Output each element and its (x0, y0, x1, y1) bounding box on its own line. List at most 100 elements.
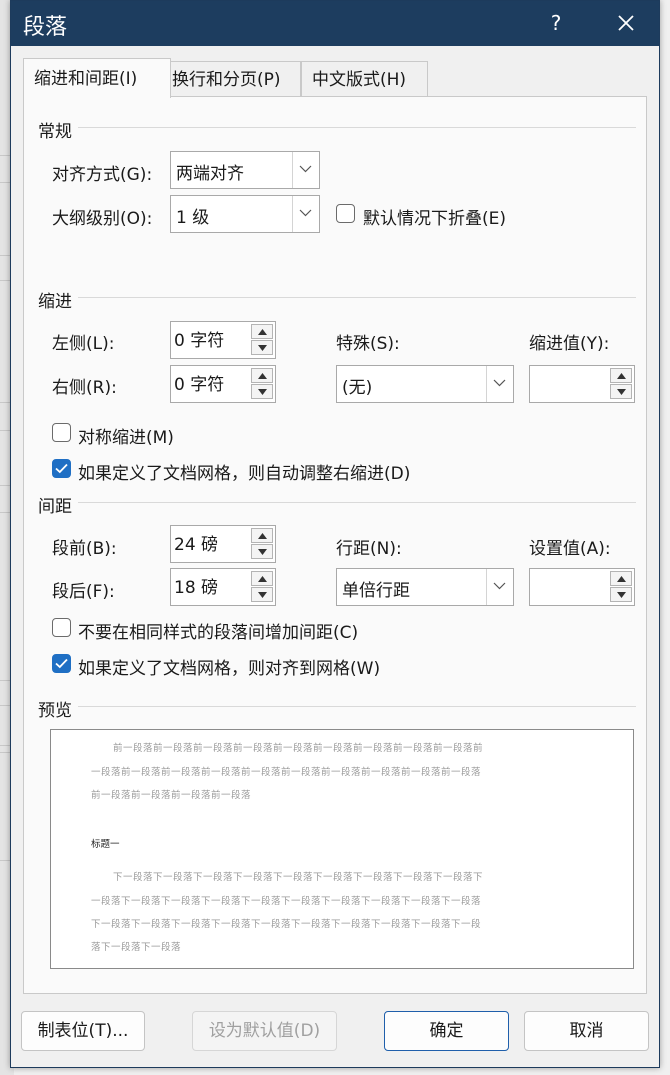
preview-sample-heading: 标题一 (91, 839, 120, 850)
close-icon (618, 15, 634, 31)
indent-left-value: 0 字符 (174, 331, 225, 351)
mirror-indents-checkbox[interactable] (52, 423, 71, 442)
section-divider (78, 127, 636, 128)
alignment-value: 两端对齐 (176, 164, 244, 184)
snap-to-grid-checkbox[interactable] (52, 654, 71, 673)
tab-panel: 常规 对齐方式(G): 两端对齐 大纲级别(O): 1 级 默认情况下折叠(E)… (23, 96, 647, 994)
alignment-select[interactable]: 两端对齐 (170, 151, 320, 189)
preview-previous-paragraph-line: 前一段落前一段落前一段落前一段落前一段落前一段落前一段落前一段落前一段落前 (113, 743, 484, 754)
line-spacing-select[interactable]: 单倍行距 (336, 568, 514, 606)
arrow-down-icon (258, 592, 267, 598)
arrow-up-icon (258, 329, 267, 335)
section-divider (78, 297, 636, 298)
no-space-same-style-checkbox[interactable] (52, 618, 71, 637)
indent-by-label: 缩进值(Y): (529, 334, 610, 354)
tab-indents-spacing[interactable]: 缩进和间距(I) (23, 58, 171, 98)
indent-left-spinner[interactable]: 0 字符 (170, 321, 276, 359)
dialog-title: 段落 (23, 15, 68, 40)
spacing-before-label: 段前(B): (52, 539, 117, 559)
paragraph-preview: 前一段落前一段落前一段落前一段落前一段落前一段落前一段落前一段落前一段落前 一段… (50, 729, 634, 969)
indent-left-label: 左侧(L): (52, 334, 115, 354)
preview-next-paragraph-line: 落下一段落下一段落 (91, 942, 182, 953)
preview-next-paragraph-line: 下一段落下一段落下一段落下一段落下一段落下一段落下一段落下一段落下一段落下 (113, 872, 484, 883)
section-preview-heading: 预览 (38, 701, 72, 721)
outline-level-select[interactable]: 1 级 (170, 195, 320, 233)
spacing-before-spinner[interactable]: 24 磅 (170, 525, 276, 563)
arrow-down-icon (617, 592, 626, 598)
indent-right-increment-button[interactable] (251, 368, 273, 383)
collapsed-by-default-label: 默认情况下折叠(E) (363, 209, 507, 229)
spacing-at-label: 设置值(A): (529, 539, 611, 559)
indent-left-increment-button[interactable] (251, 324, 273, 339)
help-button[interactable]: ? (541, 7, 571, 39)
tabs-button[interactable]: 制表位(T)... (21, 1011, 145, 1051)
spacing-after-label: 段后(F): (52, 582, 115, 602)
arrow-up-icon (258, 373, 267, 379)
auto-adjust-right-indent-label: 如果定义了文档网格，则自动调整右缩进(D) (78, 464, 411, 484)
preview-next-paragraph-line: 下一段落下一段落下一段落下一段落下一段落下一段落下一段落下一段落下一段落下一段 (91, 919, 482, 930)
chevron-down-icon (493, 582, 506, 590)
special-indent-label: 特殊(S): (336, 334, 400, 354)
indent-by-decrement-button[interactable] (610, 384, 632, 399)
special-indent-value: (无) (342, 378, 373, 398)
no-space-same-style-label: 不要在相同样式的段落间增加间距(C) (78, 623, 359, 643)
snap-to-grid-label: 如果定义了文档网格，则对齐到网格(W) (78, 659, 381, 679)
indent-by-increment-button[interactable] (610, 368, 632, 383)
chevron-down-icon (299, 165, 312, 173)
auto-adjust-right-indent-checkbox[interactable] (52, 459, 71, 478)
spacing-after-increment-button[interactable] (251, 571, 273, 586)
line-spacing-label: 行距(N): (336, 539, 402, 559)
tab-asian-typography[interactable]: 中文版式(H) (301, 61, 428, 97)
section-indent-heading: 缩进 (38, 292, 72, 312)
indent-by-spinner[interactable] (529, 365, 635, 403)
spacing-at-increment-button[interactable] (610, 571, 632, 586)
paragraph-dialog: 段落 ? 缩进和间距(I) 换行和分页(P) 中文版式(H) 常规 对齐方式(G… (10, 0, 660, 1068)
spacing-after-decrement-button[interactable] (251, 587, 273, 602)
outline-level-label: 大纲级别(O): (52, 209, 153, 229)
close-button[interactable] (609, 7, 643, 39)
special-indent-select[interactable]: (无) (336, 365, 514, 403)
preview-next-paragraph-line: 一段落下一段落下一段落下一段落下一段落下一段落下一段落下一段落下一段落下一段落 (91, 896, 482, 907)
title-bar: 段落 ? (11, 1, 659, 46)
line-spacing-dropdown-button[interactable] (486, 569, 513, 605)
mirror-indents-label: 对称缩进(M) (78, 428, 174, 448)
spacing-at-decrement-button[interactable] (610, 587, 632, 602)
indent-right-spinner[interactable]: 0 字符 (170, 365, 276, 403)
ok-button[interactable]: 确定 (384, 1011, 509, 1051)
arrow-up-icon (258, 576, 267, 582)
alignment-dropdown-button[interactable] (292, 152, 319, 188)
spacing-after-value: 18 磅 (174, 578, 219, 598)
arrow-down-icon (258, 549, 267, 555)
outline-level-dropdown-button[interactable] (292, 196, 319, 232)
spacing-before-increment-button[interactable] (251, 528, 273, 543)
collapsed-by-default-checkbox[interactable] (336, 204, 355, 223)
preview-previous-paragraph-line: 前一段落前一段落前一段落前一段落 (91, 790, 252, 801)
chevron-down-icon (493, 379, 506, 387)
section-divider (78, 706, 636, 707)
line-spacing-value: 单倍行距 (342, 581, 410, 601)
arrow-down-icon (258, 389, 267, 395)
arrow-up-icon (617, 373, 626, 379)
arrow-up-icon (617, 576, 626, 582)
indent-right-label: 右侧(R): (52, 378, 117, 398)
spacing-at-spinner[interactable] (529, 568, 635, 606)
arrow-down-icon (617, 389, 626, 395)
spacing-after-spinner[interactable]: 18 磅 (170, 568, 276, 606)
section-general-heading: 常规 (38, 122, 72, 142)
checkmark-icon (55, 658, 68, 669)
arrow-up-icon (258, 533, 267, 539)
outline-level-value: 1 级 (176, 208, 210, 228)
indent-right-value: 0 字符 (174, 375, 225, 395)
cancel-button[interactable]: 取消 (524, 1011, 649, 1051)
chevron-down-icon (299, 209, 312, 217)
preview-previous-paragraph-line: 一段落前一段落前一段落前一段落前一段落前一段落前一段落前一段落前一段落前一段落 (91, 767, 482, 778)
set-as-default-button[interactable]: 设为默认值(D) (192, 1011, 337, 1051)
indent-right-decrement-button[interactable] (251, 384, 273, 399)
tab-line-page-breaks[interactable]: 换行和分页(P) (161, 61, 301, 97)
section-spacing-heading: 间距 (38, 497, 72, 517)
section-divider (78, 502, 636, 503)
spacing-before-decrement-button[interactable] (251, 544, 273, 559)
alignment-label: 对齐方式(G): (52, 165, 153, 185)
special-indent-dropdown-button[interactable] (486, 366, 513, 402)
indent-left-decrement-button[interactable] (251, 340, 273, 355)
